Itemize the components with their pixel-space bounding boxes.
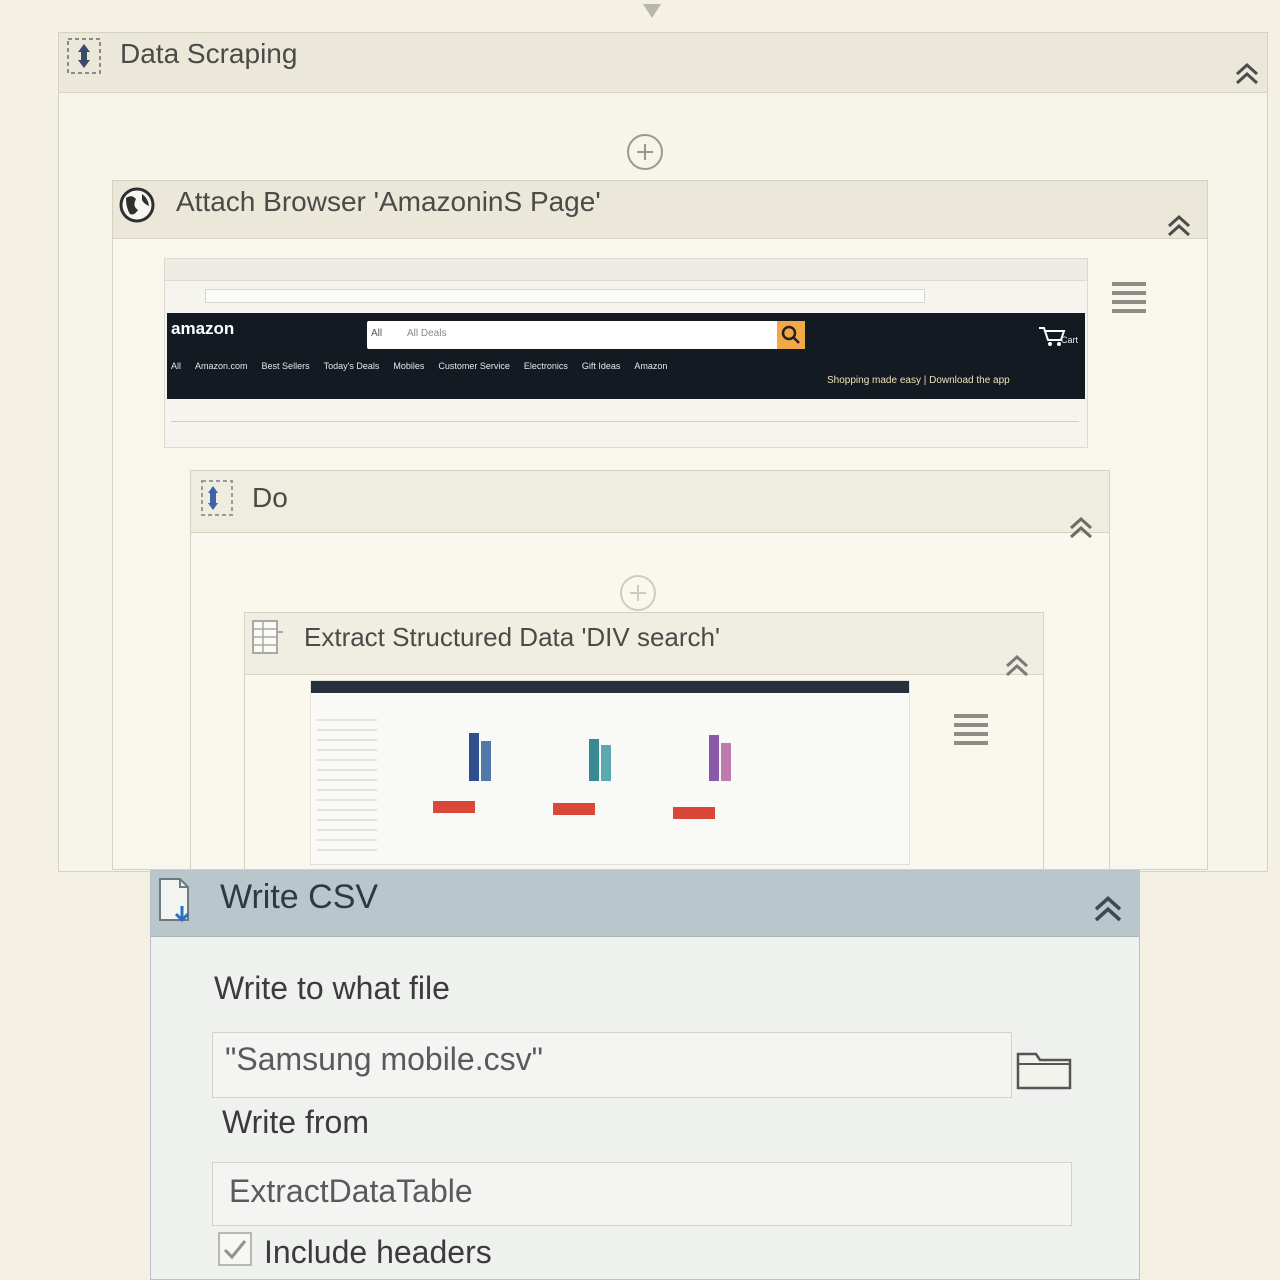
amazon-header-bar: amazon All All Deals Cart All Amazon.com… bbox=[167, 313, 1085, 399]
nav-item[interactable]: Mobiles bbox=[393, 361, 424, 375]
write-csv-icon bbox=[156, 876, 198, 926]
include-headers-checkbox[interactable] bbox=[218, 1232, 252, 1266]
nav-item[interactable]: Gift Ideas bbox=[582, 361, 621, 375]
nav-item[interactable]: Amazon.com bbox=[195, 361, 248, 375]
product-card bbox=[431, 721, 511, 841]
search-icon bbox=[781, 325, 800, 344]
write-from-value: ExtractDataTable bbox=[229, 1173, 473, 1209]
menu-icon[interactable] bbox=[954, 714, 988, 745]
collapse-icon[interactable] bbox=[1066, 512, 1096, 542]
table-icon bbox=[250, 618, 286, 658]
extract-title: Extract Structured Data 'DIV search' bbox=[304, 622, 720, 652]
file-path-value: "Samsung mobile.csv" bbox=[225, 1041, 543, 1077]
amazon-logo: amazon bbox=[171, 319, 235, 338]
collapse-icon[interactable] bbox=[1002, 650, 1032, 680]
amazon-search-input[interactable]: All All Deals bbox=[367, 321, 779, 349]
file-path-input[interactable]: "Samsung mobile.csv" bbox=[212, 1032, 1012, 1098]
menu-icon[interactable] bbox=[1112, 282, 1146, 313]
do-title: Do bbox=[252, 482, 288, 513]
sequence-icon bbox=[66, 36, 102, 76]
nav-item[interactable]: Amazon bbox=[634, 361, 667, 375]
checkmark-icon bbox=[223, 1240, 247, 1260]
globe-icon bbox=[118, 186, 156, 224]
amazon-nav: All Amazon.com Best Sellers Today's Deal… bbox=[171, 361, 791, 375]
sequence-icon bbox=[200, 478, 234, 518]
attach-browser-title: Attach Browser 'AmazoninS Page' bbox=[176, 186, 601, 217]
price-badge bbox=[553, 803, 595, 815]
folder-icon bbox=[1016, 1052, 1072, 1090]
nav-item[interactable]: Electronics bbox=[524, 361, 568, 375]
data-scraping-title: Data Scraping bbox=[120, 38, 298, 69]
page-divider bbox=[171, 421, 1079, 422]
collapse-icon[interactable] bbox=[1164, 210, 1194, 240]
extract-preview bbox=[310, 680, 910, 865]
do-header[interactable] bbox=[191, 471, 1109, 533]
product-card bbox=[551, 721, 631, 841]
write-to-file-label: Write to what file bbox=[214, 970, 450, 1006]
search-placeholder: All Deals bbox=[407, 328, 447, 339]
browser-preview: amazon All All Deals Cart All Amazon.com… bbox=[164, 258, 1088, 448]
flow-arrow-icon bbox=[643, 4, 661, 18]
nav-item[interactable]: Best Sellers bbox=[262, 361, 310, 375]
write-from-input[interactable]: ExtractDataTable bbox=[212, 1162, 1072, 1226]
nav-item[interactable]: Customer Service bbox=[438, 361, 510, 375]
product-card bbox=[671, 721, 751, 841]
include-headers-label: Include headers bbox=[264, 1234, 492, 1270]
nav-item[interactable]: All bbox=[171, 361, 181, 375]
search-category: All bbox=[371, 328, 383, 339]
write-csv-title: Write CSV bbox=[220, 878, 379, 916]
add-activity-icon[interactable] bbox=[620, 575, 656, 611]
write-from-label: Write from bbox=[222, 1104, 369, 1140]
collapse-icon[interactable] bbox=[1232, 58, 1262, 88]
add-activity-icon[interactable] bbox=[627, 134, 663, 170]
nav-item[interactable]: Today's Deals bbox=[324, 361, 380, 375]
collapse-icon[interactable] bbox=[1090, 890, 1126, 926]
browse-folder-button[interactable] bbox=[1012, 1040, 1078, 1096]
preview-header-bar bbox=[311, 681, 909, 693]
cart-label: Cart bbox=[1061, 335, 1079, 345]
browser-tab-strip bbox=[165, 259, 1087, 281]
amazon-promo: Shopping made easy | Download the app bbox=[827, 375, 1010, 386]
price-badge bbox=[433, 801, 475, 813]
browser-address-bar bbox=[205, 289, 925, 303]
preview-filter-column bbox=[317, 711, 377, 851]
price-badge bbox=[673, 807, 715, 819]
amazon-search-button[interactable] bbox=[777, 321, 805, 349]
